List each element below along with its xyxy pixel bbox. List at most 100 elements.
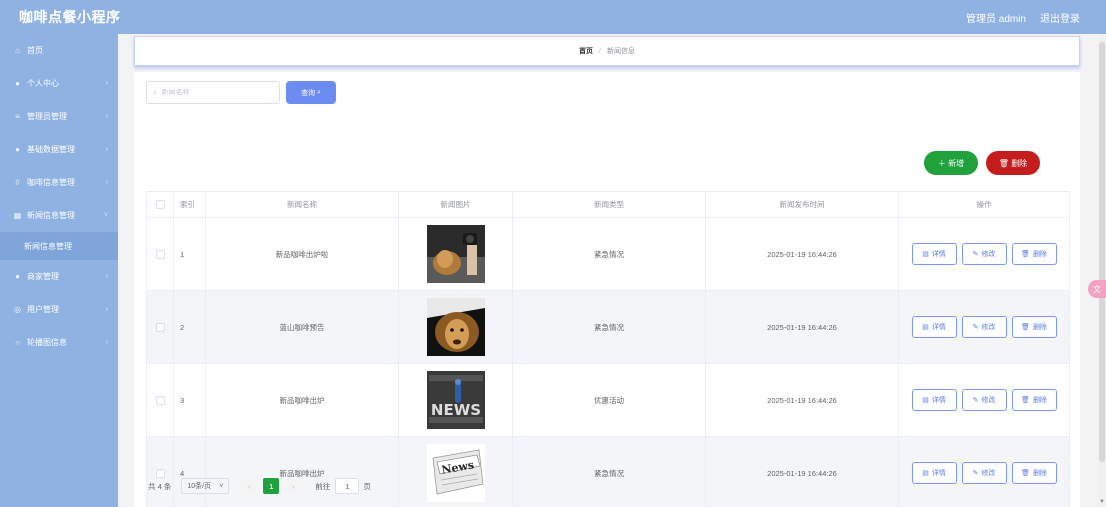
edit-icon: ✎ [972,251,979,258]
row-name: 新品咖啡出炉 [205,436,399,507]
goto-page-input[interactable] [335,478,360,494]
row-actions: ▤ 详情 ✎ 修改 🗑 删除 [898,217,1070,291]
document-icon: ▤ [922,397,929,404]
trash-icon: 🗑 [998,158,1012,168]
delete-label: 删除 [1032,397,1047,404]
user-icon: ● [15,79,20,88]
row-checkbox[interactable] [155,468,165,478]
sidebar-subitem-label: 新闻信息管理 [24,241,72,251]
delete-button[interactable]: 🗑 删除 [1011,243,1057,265]
breadcrumb: 首页 / 新闻信息 [134,36,1080,66]
row-name: 新品咖啡出炉 [205,363,399,437]
sidebar-item-label: 咖啡信息管理 [27,178,75,187]
query-button-label: 查询 [301,89,316,97]
edit-label: 修改 [981,251,996,258]
next-page-button[interactable]: › [285,478,302,494]
page-size-select[interactable]: 10条/页 ˅ [181,478,230,494]
detail-button[interactable]: ▤ 详情 [911,389,957,411]
plus-icon: ＋ [937,158,949,168]
table-header-row: 索引 新闻名称 新闻图片 新闻类型 新闻发布时间 操作 [146,191,1070,218]
scroll-down-icon[interactable]: ▼ [1099,499,1105,505]
document-icon: ▤ [922,470,929,477]
table-row: 4 新品咖啡出炉 News 紧急情况 2025-01-19 16:44:26 ▤… [146,436,1070,507]
chevron-left-icon: ‹ [248,481,251,491]
edit-button[interactable]: ✎ 修改 [961,243,1007,265]
delete-label: 删除 [1032,251,1047,258]
row-checkbox[interactable] [155,395,165,405]
sidebar-item-news[interactable]: ▦ 新闻信息管理 ˅ [0,199,118,232]
row-type: 优惠活动 [512,363,706,437]
edit-icon: ✎ [972,470,979,477]
sidebar-item-users[interactable]: ◎ 用户管理 › [0,293,118,326]
detail-label: 详情 [931,397,946,404]
chevron-right-icon: › [105,113,108,120]
row-name: 蓝山咖啡预告 [205,290,399,364]
sidebar-item-label: 基础数据管理 [27,145,75,154]
row-image-cell: News [398,436,513,507]
sidebar-item-coffee[interactable]: ◊ 咖啡信息管理 › [0,166,118,199]
row-name: 新品咖啡出炉啦 [205,217,399,291]
sidebar-item-carousel[interactable]: ○ 轮播图信息 › [0,326,118,359]
logout-link[interactable]: 退出登录 [1040,10,1080,25]
user-icon: ● [15,145,20,154]
breadcrumb-separator: / [599,47,601,55]
detail-label: 详情 [931,470,946,477]
search-input[interactable] [161,89,272,96]
current-user-label: 管理员 admin [965,13,1026,25]
edit-button[interactable]: ✎ 修改 [961,462,1007,484]
pagination: 共 4 条 10条/页 ˅ ‹ 1 › 前往 页 [148,478,371,494]
row-checkbox[interactable] [155,249,165,259]
pagination-total: 共 4 条 [148,481,172,491]
row-time: 2025-01-19 16:44:26 [705,363,899,437]
batch-delete-button[interactable]: 🗑 删除 [986,151,1040,175]
page-number-current[interactable]: 1 [263,478,280,494]
sidebar-item-merchant[interactable]: ● 商家管理 › [0,260,118,293]
row-actions: ▤ 详情 ✎ 修改 🗑 删除 [898,363,1070,437]
select-all-cell[interactable] [146,191,174,218]
delete-label: 删除 [1032,324,1047,331]
user-icon: ● [15,272,20,281]
column-header-time: 新闻发布时间 [705,191,899,218]
query-button[interactable]: 查询 ⌕ [286,81,336,104]
sidebar-item-label: 新闻信息管理 [27,211,75,220]
sidebar-item-profile[interactable]: ● 个人中心 › [0,67,118,100]
prev-page-button[interactable]: ‹ [241,478,258,494]
home-icon: ⌂ [15,46,20,55]
sidebar-item-label: 商家管理 [27,272,59,281]
sidebar-item-admin[interactable]: ≡ 管理员管理 › [0,100,118,133]
row-select-cell[interactable] [146,217,174,291]
delete-button[interactable]: 🗑 删除 [1011,389,1057,411]
sidebar-item-home[interactable]: ⌂ 首页 [0,34,118,67]
row-type: 紧急情况 [512,290,706,364]
list-panel: ⌕ 查询 ⌕ ＋ 新增 🗑 删除 索引 新闻名称 [134,72,1080,507]
news-image-text: NEWS [430,401,480,419]
row-select-cell[interactable] [146,363,174,437]
sidebar-item-basic-data[interactable]: ● 基础数据管理 › [0,133,118,166]
table-row: 1 新品咖啡出炉啦 紧急情况 2025-01-19 16:44:26 ▤ 详情 … [146,217,1070,291]
edit-button[interactable]: ✎ 修改 [961,316,1007,338]
detail-button[interactable]: ▤ 详情 [911,243,957,265]
scrollbar-thumb[interactable] [1099,42,1105,462]
sidebar-subitem-news[interactable]: 新闻信息管理 [0,232,118,260]
page-scrollbar[interactable]: ▼ [1098,34,1106,507]
detail-button[interactable]: ▤ 详情 [911,316,957,338]
row-image-cell [398,290,513,364]
edit-button[interactable]: ✎ 修改 [961,389,1007,411]
delete-button[interactable]: 🗑 删除 [1011,316,1057,338]
add-button[interactable]: ＋ 新增 [924,151,978,175]
search-field[interactable]: ⌕ [146,81,280,104]
search-icon: ⌕ [153,87,158,97]
detail-button[interactable]: ▤ 详情 [911,462,957,484]
delete-button[interactable]: 🗑 删除 [1011,462,1057,484]
row-select-cell[interactable] [146,436,174,507]
row-checkbox[interactable] [155,322,165,332]
chevron-down-icon: ˅ [219,482,224,490]
chevron-right-icon: › [105,306,108,313]
translate-float-icon[interactable]: 文 [1088,280,1106,298]
delete-label: 删除 [1032,470,1047,477]
circle-icon: ○ [15,338,20,347]
row-select-cell[interactable] [146,290,174,364]
select-all-checkbox[interactable] [155,200,165,210]
breadcrumb-home[interactable]: 首页 [579,46,593,56]
sidebar-item-label: 轮播图信息 [27,338,67,347]
